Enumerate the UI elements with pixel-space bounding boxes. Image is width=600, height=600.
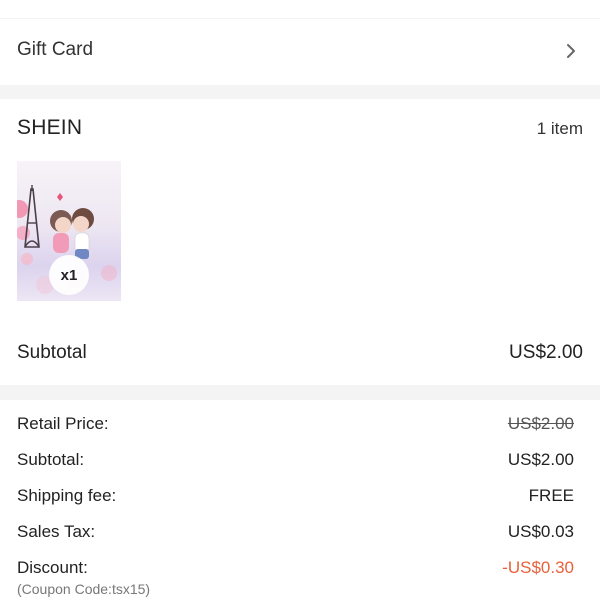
gift-card-label: Gift Card xyxy=(17,39,94,60)
chevron-right-icon xyxy=(567,44,575,58)
order-summary: Retail Price: US$2.00 Subtotal: US$2.00 … xyxy=(0,400,600,600)
shipping-fee-value: FREE xyxy=(528,486,574,505)
retail-price-row: Retail Price: US$2.00 xyxy=(17,414,574,438)
discount-value: -US$0.30 xyxy=(502,558,574,577)
sales-tax-label: Sales Tax: xyxy=(17,522,96,541)
retail-price-label: Retail Price: xyxy=(17,414,109,433)
discount-label: Discount: xyxy=(17,558,88,577)
store-section: SHEIN 1 item x1 Subtotal US$2.00 xyxy=(0,99,600,385)
item-count: 1 item xyxy=(536,119,583,138)
sales-tax-row: Sales Tax: US$0.03 xyxy=(17,522,574,546)
store-subtotal-value: US$2.00 xyxy=(509,342,583,363)
store-name: SHEIN xyxy=(17,116,83,139)
subtotal-row: Subtotal: US$2.00 xyxy=(17,450,574,474)
coupon-code-note: (Coupon Code:tsx15) xyxy=(17,581,151,597)
subtotal-value: US$2.00 xyxy=(507,450,574,469)
shipping-fee-row: Shipping fee: FREE xyxy=(17,486,574,510)
quantity-badge: x1 xyxy=(49,255,89,295)
top-strip xyxy=(0,0,600,18)
sales-tax-value: US$0.03 xyxy=(507,522,574,541)
discount-row: Discount: -US$0.30 xyxy=(17,558,574,582)
shipping-fee-label: Shipping fee: xyxy=(17,486,117,505)
store-subtotal-label: Subtotal xyxy=(17,342,87,363)
retail-price-value: US$2.00 xyxy=(507,414,574,433)
product-thumbnail[interactable]: x1 xyxy=(17,161,121,301)
gift-card-row[interactable]: Gift Card xyxy=(0,19,600,85)
subtotal-label: Subtotal: xyxy=(17,450,85,469)
